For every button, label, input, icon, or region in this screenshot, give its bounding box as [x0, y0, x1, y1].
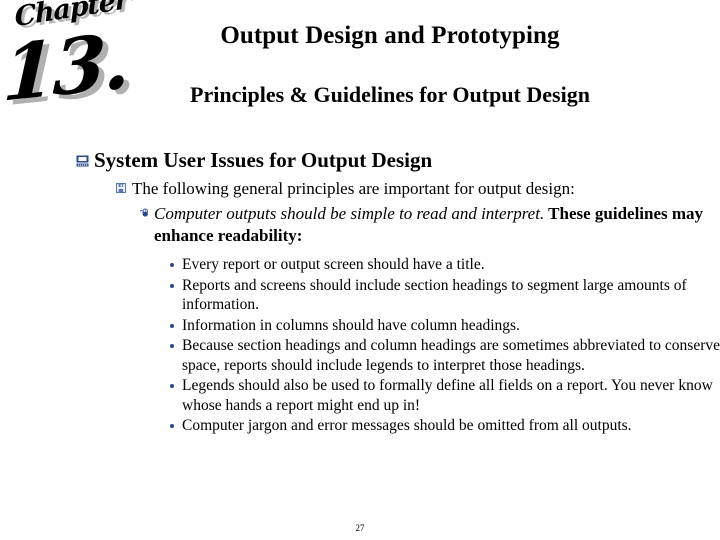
outline-level4-row: Computer jargon and error messages shoul…	[161, 416, 720, 436]
outline-level2-row: The following general principles are imp…	[110, 178, 720, 200]
outline-level2-text: The following general principles are imp…	[132, 179, 575, 198]
slide-subtitle: Principles & Guidelines for Output Desig…	[190, 82, 590, 107]
chapter-logo: Chapter 13.	[0, 0, 130, 132]
outline-level4-row: Every report or output screen should hav…	[161, 255, 720, 275]
outline-level4-text: Legends should also be used to formally …	[182, 377, 713, 414]
outline-level3-row: Computer outputs should be simple to rea…	[135, 203, 720, 247]
page-number: 27	[355, 523, 365, 533]
dot-bullet-icon	[161, 316, 182, 328]
outline-level4-text: Computer jargon and error messages shoul…	[182, 417, 632, 434]
outline-level4-row: Reports and screens should include secti…	[161, 276, 720, 315]
slide-title: Output Design and Prototyping	[220, 22, 560, 49]
outline-level4-list: Every report or output screen should hav…	[161, 255, 720, 436]
mouse-icon	[135, 203, 154, 218]
outline-level4-row: Legends should also be used to formally …	[161, 376, 720, 415]
dot-bullet-icon	[161, 336, 182, 348]
outline-level4-row: Because section headings and column head…	[161, 336, 720, 375]
outline-level4-text: Because section headings and column head…	[182, 337, 720, 374]
dot-bullet-icon	[161, 376, 182, 388]
dot-bullet-icon	[161, 255, 182, 267]
floppy-disk-icon	[110, 178, 132, 193]
chapter-logo-number: 13.	[1, 15, 130, 119]
outline-level4-text: Every report or output screen should hav…	[182, 256, 485, 273]
outline-level4-text: Information in columns should have colum…	[182, 316, 520, 334]
outline-level1-text: System User Issues for Output Design	[94, 148, 433, 172]
dot-bullet-icon	[161, 416, 182, 428]
outline-level3-text: Computer outputs should be simple to rea…	[154, 203, 720, 247]
outline-level3-emphasis: Computer outputs should be simple to rea…	[154, 204, 545, 223]
outline-level1-row: System User Issues for Output Design	[70, 148, 720, 173]
slide-body-outline: System User Issues for Output Design The…	[0, 148, 720, 437]
outline-level4-text: Reports and screens should include secti…	[182, 276, 687, 314]
dot-bullet-icon	[161, 276, 182, 288]
computer-monitor-icon	[70, 148, 94, 167]
outline-level4-row: Information in columns should have colum…	[161, 316, 720, 336]
